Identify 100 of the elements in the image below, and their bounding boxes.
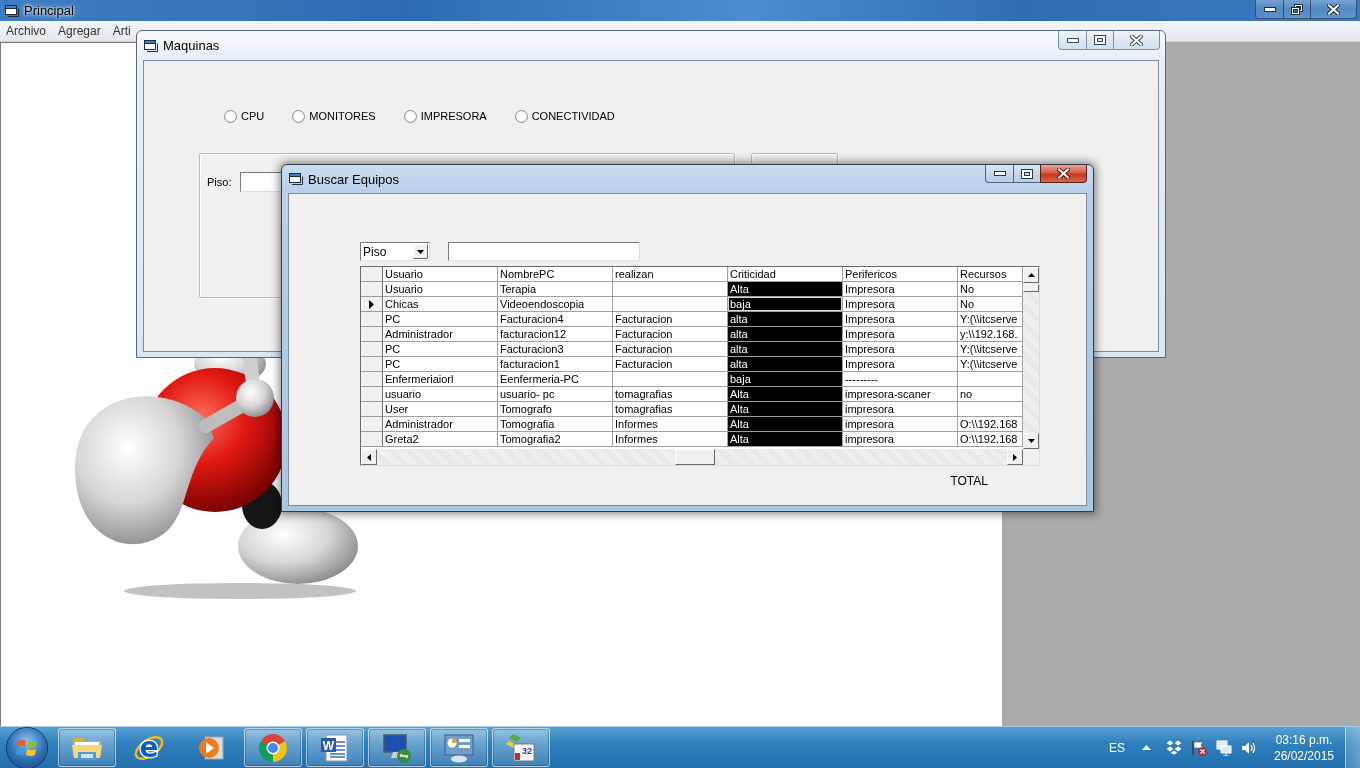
restore-button[interactable] xyxy=(1283,0,1310,19)
caret-right-icon xyxy=(1013,453,1017,461)
table-cell: Chicas xyxy=(383,297,498,312)
table-cell: Y:(\\itcserve xyxy=(958,312,1023,327)
table-cell: Facturacion4 xyxy=(498,312,613,327)
table-cell: Impresora xyxy=(843,357,958,372)
window-title: Principal xyxy=(24,3,74,18)
scroll-down-button[interactable] xyxy=(1023,433,1039,449)
table-cell: Facturacion xyxy=(613,327,728,342)
table-cell: Facturacion3 xyxy=(498,342,613,357)
row-selector[interactable] xyxy=(361,297,383,312)
radio-option[interactable]: MONITORES xyxy=(292,109,376,123)
maximize-button[interactable] xyxy=(1086,31,1113,50)
table-cell: facturacion1 xyxy=(498,357,613,372)
radio-option[interactable]: CONECTIVIDAD xyxy=(514,109,615,123)
flag-icon xyxy=(16,737,38,758)
table-cell: Alta xyxy=(728,402,843,417)
table-cell: --------- xyxy=(843,372,958,387)
column-header[interactable]: Recursos xyxy=(958,267,1023,282)
table-cell: Eenfermeria-PC xyxy=(498,372,613,387)
table-cell: Alta xyxy=(728,417,843,432)
menu-item[interactable]: Arti xyxy=(106,22,131,40)
start-button[interactable] xyxy=(7,727,47,768)
table-cell: alta xyxy=(728,327,843,342)
taskbar-button[interactable] xyxy=(430,728,488,767)
table-cell: Videoendoscopia xyxy=(498,297,613,312)
minimize-button[interactable] xyxy=(985,165,1013,183)
total-label: TOTAL xyxy=(950,474,988,488)
dropdown-arrow-button[interactable] xyxy=(413,244,428,259)
scroll-right-button[interactable] xyxy=(1007,449,1023,465)
table-cell: Informes xyxy=(613,417,728,432)
table-cell: Informes xyxy=(613,432,728,447)
filter-dropdown[interactable]: Piso xyxy=(360,242,430,261)
table-cell: Administrador xyxy=(383,417,498,432)
table-cell: y:\\192.168. xyxy=(958,327,1023,342)
table-cell: Greta2 xyxy=(383,432,498,447)
column-header[interactable]: realizan xyxy=(613,267,728,282)
window-title: Maquinas xyxy=(163,38,220,53)
minimize-icon xyxy=(993,171,1006,176)
dashboard-window-icon xyxy=(443,732,475,763)
table-cell: baja xyxy=(728,372,843,387)
table-cell: Facturacion xyxy=(613,357,728,372)
table-cell: Impresora xyxy=(843,312,958,327)
table-cell: impresora-scaner xyxy=(843,387,958,402)
table-cell: O:\\192.168 xyxy=(958,432,1023,447)
minimize-icon xyxy=(1263,6,1276,12)
table-cell: PC xyxy=(383,357,498,372)
scrollbar-thumb[interactable] xyxy=(1023,284,1039,292)
clock-time[interactable]: 03:16 p.m. xyxy=(1275,731,1333,748)
window-icon xyxy=(288,171,304,187)
caret-up-icon[interactable] xyxy=(1142,745,1151,750)
taskbar-button[interactable] xyxy=(244,728,302,767)
column-header[interactable]: Perifericos xyxy=(843,267,958,282)
network-icon[interactable] xyxy=(1216,739,1232,756)
clock-date[interactable]: 26/02/2015 xyxy=(1273,747,1335,764)
table-cell: PC xyxy=(383,312,498,327)
taskbar-button[interactable]: W xyxy=(306,728,364,767)
taskbar-button[interactable] xyxy=(368,728,426,767)
close-button[interactable] xyxy=(1113,31,1160,50)
language-indicator[interactable]: ES xyxy=(1109,740,1125,755)
table-cell: Administrador xyxy=(383,327,498,342)
tricolor-circle-icon xyxy=(257,731,289,764)
maximize-icon xyxy=(1021,168,1033,179)
menu-item[interactable]: Archivo xyxy=(0,22,52,40)
close-button[interactable] xyxy=(1310,0,1357,19)
diamonds-icon[interactable] xyxy=(1166,740,1182,755)
search-field[interactable] xyxy=(448,242,640,261)
close-icon xyxy=(1057,168,1070,179)
column-header[interactable]: Criticidad xyxy=(728,267,843,282)
taskbar-button[interactable] xyxy=(58,728,116,767)
table-cell: Tomografia xyxy=(498,417,613,432)
speaker-icon[interactable] xyxy=(1241,740,1256,755)
table-cell: alta xyxy=(728,312,843,327)
play-icon xyxy=(197,733,225,762)
table-cell: No xyxy=(958,282,1023,297)
scroll-left-button[interactable] xyxy=(361,449,377,465)
scrollbar-thumb[interactable] xyxy=(675,449,715,465)
table-cell: impresora xyxy=(843,417,958,432)
minimize-button[interactable] xyxy=(1058,31,1086,50)
radio-option[interactable]: CPU xyxy=(224,109,265,123)
radio-option[interactable]: IMPRESORA xyxy=(403,109,487,123)
table-cell: usuario- pc xyxy=(498,387,613,402)
column-header[interactable]: Usuario xyxy=(383,267,498,282)
table-cell: Tomografo xyxy=(498,402,613,417)
close-button[interactable] xyxy=(1040,165,1087,183)
table-cell: Impresora xyxy=(843,282,958,297)
table-cell: Alta xyxy=(728,387,843,402)
taskbar-button[interactable]: 32 xyxy=(492,728,550,767)
flag-alert-icon[interactable] xyxy=(1191,739,1207,756)
minimize-button[interactable] xyxy=(1255,0,1283,19)
caret-down-icon xyxy=(1027,439,1035,443)
table-cell: Impresora xyxy=(843,327,958,342)
table-cell: User xyxy=(383,402,498,417)
scroll-up-button[interactable] xyxy=(1023,267,1039,283)
table-cell: Alta xyxy=(728,432,843,447)
table-cell: tomagrafias xyxy=(613,402,728,417)
table-cell: Tomografia2 xyxy=(498,432,613,447)
column-header[interactable]: NombrePC xyxy=(498,267,613,282)
maximize-button[interactable] xyxy=(1013,165,1040,183)
menu-item[interactable]: Agregar xyxy=(52,22,107,40)
